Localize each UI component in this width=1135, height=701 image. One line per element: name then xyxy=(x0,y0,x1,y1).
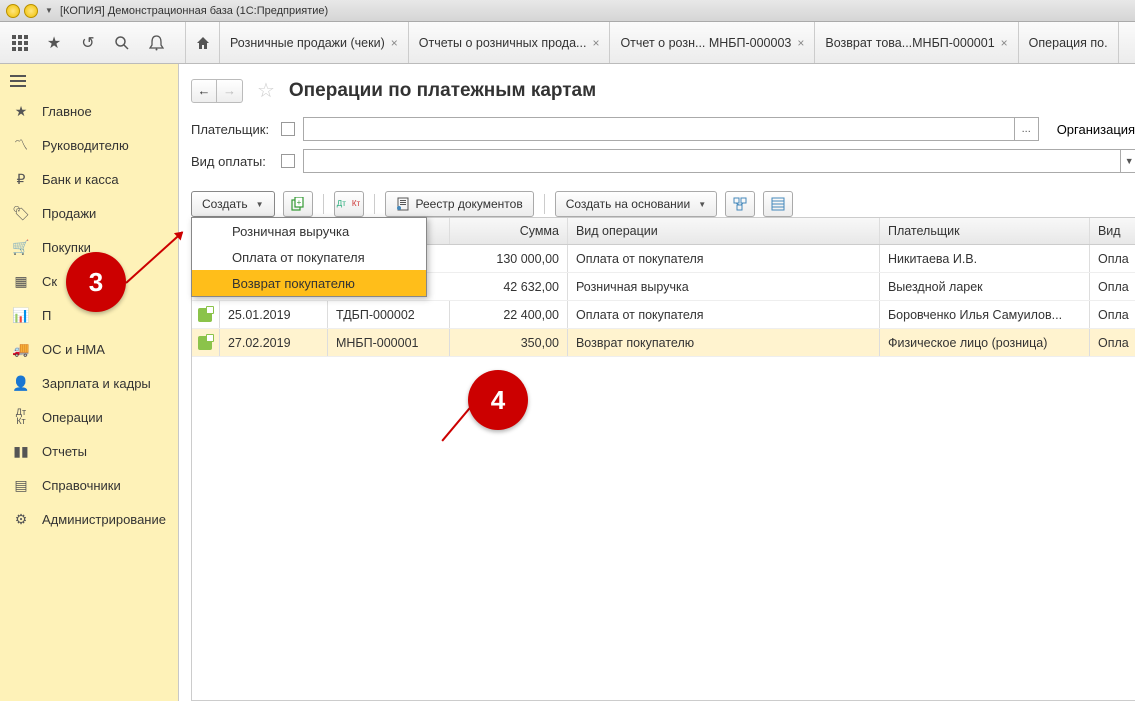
table-row[interactable]: 27.02.2019МНБП-000001350,00Возврат покуп… xyxy=(192,329,1135,357)
grid-icon: ▦ xyxy=(12,273,30,290)
chevron-down-icon: ▼ xyxy=(256,200,264,209)
apps-icon[interactable] xyxy=(10,33,30,53)
report-icon: ▮▮ xyxy=(12,443,30,460)
registry-button[interactable]: Реестр документов xyxy=(385,191,534,217)
paytype-filter-label: Вид оплаты: xyxy=(191,154,273,169)
toolbar-left: ★ ↺ xyxy=(0,22,186,63)
th-payer[interactable]: Плательщик xyxy=(880,218,1090,244)
ruble-icon: ₽ xyxy=(12,171,30,188)
sidebar-item-bank[interactable]: ₽Банк и касса xyxy=(0,162,178,196)
th-type[interactable]: Вид xyxy=(1090,218,1135,244)
close-icon[interactable]: × xyxy=(592,36,599,50)
structure-button[interactable] xyxy=(725,191,755,217)
table-row[interactable]: 25.01.2019ТДБП-00000222 400,00Оплата от … xyxy=(192,301,1135,329)
nav-forward-button[interactable]: → xyxy=(217,79,243,103)
tab-operation[interactable]: Операция по. xyxy=(1019,22,1119,63)
sidebar-item-assets[interactable]: 🚚ОС и НМА xyxy=(0,332,178,366)
truck-icon: 🚚 xyxy=(12,341,30,358)
document-icon xyxy=(198,336,212,350)
dd-item-retail-revenue[interactable]: Розничная выручка xyxy=(192,218,426,244)
sidebar-item-sales[interactable]: 🏷Продажи xyxy=(0,196,178,230)
annotation-marker-3: 3 xyxy=(66,252,126,312)
chevron-down-icon[interactable]: ▼ xyxy=(42,4,56,18)
payer-filter-checkbox[interactable] xyxy=(281,122,295,136)
window-title: [КОПИЯ] Демонстрационная база (1С:Предпр… xyxy=(60,5,328,17)
favorite-toggle-icon[interactable]: ☆ xyxy=(257,78,275,103)
svg-text:+: + xyxy=(296,198,301,207)
payer-filter-label: Плательщик: xyxy=(191,122,273,137)
separator xyxy=(323,194,324,214)
sidebar-item-admin[interactable]: ⚙Администрирование xyxy=(0,502,178,536)
search-icon[interactable] xyxy=(112,33,132,53)
chart-icon: 〽 xyxy=(12,135,30,155)
chevron-down-icon: ▼ xyxy=(698,200,706,209)
bars-icon: 📊 xyxy=(12,307,30,324)
app-icon xyxy=(6,4,20,18)
create-dropdown: Розничная выручка Оплата от покупателя В… xyxy=(191,217,427,297)
sidebar-item-operations[interactable]: ДтКтОперации xyxy=(0,400,178,434)
close-icon[interactable]: × xyxy=(391,36,398,50)
nav-back-button[interactable]: ← xyxy=(191,79,217,103)
home-tab[interactable] xyxy=(186,22,220,63)
document-icon xyxy=(198,308,212,322)
sidebar: ★Главное 〽Руководителю ₽Банк и касса 🏷Пр… xyxy=(0,64,179,701)
tab-retail-sales[interactable]: Розничные продажи (чеки)× xyxy=(220,22,409,63)
favorite-icon[interactable]: ★ xyxy=(44,33,64,53)
history-icon[interactable]: ↺ xyxy=(78,33,98,53)
close-icon[interactable]: × xyxy=(797,36,804,50)
create-based-button[interactable]: Создать на основании ▼ xyxy=(555,191,717,217)
tab-return-doc[interactable]: Возврат това...МНБП-000001× xyxy=(815,22,1018,63)
gear-icon: ⚙ xyxy=(12,511,30,528)
chevron-down-icon[interactable]: ▼ xyxy=(1120,150,1135,172)
window-titlebar: ▼ [КОПИЯ] Демонстрационная база (1С:Пред… xyxy=(0,0,1135,22)
more-icon[interactable]: ... xyxy=(1014,118,1038,140)
bell-icon[interactable] xyxy=(146,33,166,53)
th-operation[interactable]: Вид операции xyxy=(568,218,880,244)
separator xyxy=(374,194,375,214)
book-icon: ▤ xyxy=(12,477,30,494)
dd-item-return-to-buyer[interactable]: Возврат покупателю xyxy=(192,270,426,296)
page-header: ← → ☆ Операции по платежным картам xyxy=(191,78,1135,103)
tab-retail-report-doc[interactable]: Отчет о розн... МНБП-000003× xyxy=(610,22,815,63)
tag-icon: 🏷 xyxy=(12,205,30,222)
main-toolbar: ★ ↺ Розничные продажи (чеки)× Отчеты о р… xyxy=(0,22,1135,64)
org-filter-label: Организация: xyxy=(1057,122,1135,137)
close-icon[interactable]: × xyxy=(1001,36,1008,50)
star-icon: ★ xyxy=(12,103,30,120)
cart-icon: 🛒 xyxy=(12,239,30,256)
sidebar-item-reports[interactable]: ▮▮Отчеты xyxy=(0,434,178,468)
payer-filter-input[interactable]: ... xyxy=(303,117,1039,141)
paytype-filter-checkbox[interactable] xyxy=(281,154,295,168)
person-icon: 👤 xyxy=(12,375,30,392)
annotation-marker-4: 4 xyxy=(468,370,528,430)
copy-button[interactable]: + xyxy=(283,191,313,217)
filters-panel: Плательщик: ... Организация: Вид оплаты:… xyxy=(191,117,1135,181)
sidebar-item-directories[interactable]: ▤Справочники xyxy=(0,468,178,502)
list-button[interactable] xyxy=(763,191,793,217)
tabs-row: Розничные продажи (чеки)× Отчеты о розни… xyxy=(186,22,1135,63)
separator xyxy=(544,194,545,214)
paytype-filter-input[interactable]: ▼ xyxy=(303,149,1135,173)
dd-item-payment-from-buyer[interactable]: Оплата от покупателя xyxy=(192,244,426,270)
sidebar-item-main[interactable]: ★Главное xyxy=(0,94,178,128)
sidebar-item-salary[interactable]: 👤Зарплата и кадры xyxy=(0,366,178,400)
app-icon-2 xyxy=(24,4,38,18)
action-bar: Создать ▼ Розничная выручка Оплата от по… xyxy=(191,191,1135,217)
create-button[interactable]: Создать ▼ xyxy=(191,191,275,217)
tab-retail-reports[interactable]: Отчеты о розничных прода...× xyxy=(409,22,611,63)
sidebar-item-manager[interactable]: 〽Руководителю xyxy=(0,128,178,162)
dtkt-icon: ДтКт xyxy=(12,408,30,426)
content-area: ← → ☆ Операции по платежным картам Плате… xyxy=(179,64,1135,701)
dtkt-button[interactable]: ДтКт xyxy=(334,191,364,217)
th-sum[interactable]: Сумма xyxy=(450,218,568,244)
menu-toggle-icon[interactable] xyxy=(0,68,178,94)
page-title: Операции по платежным картам xyxy=(289,80,596,102)
